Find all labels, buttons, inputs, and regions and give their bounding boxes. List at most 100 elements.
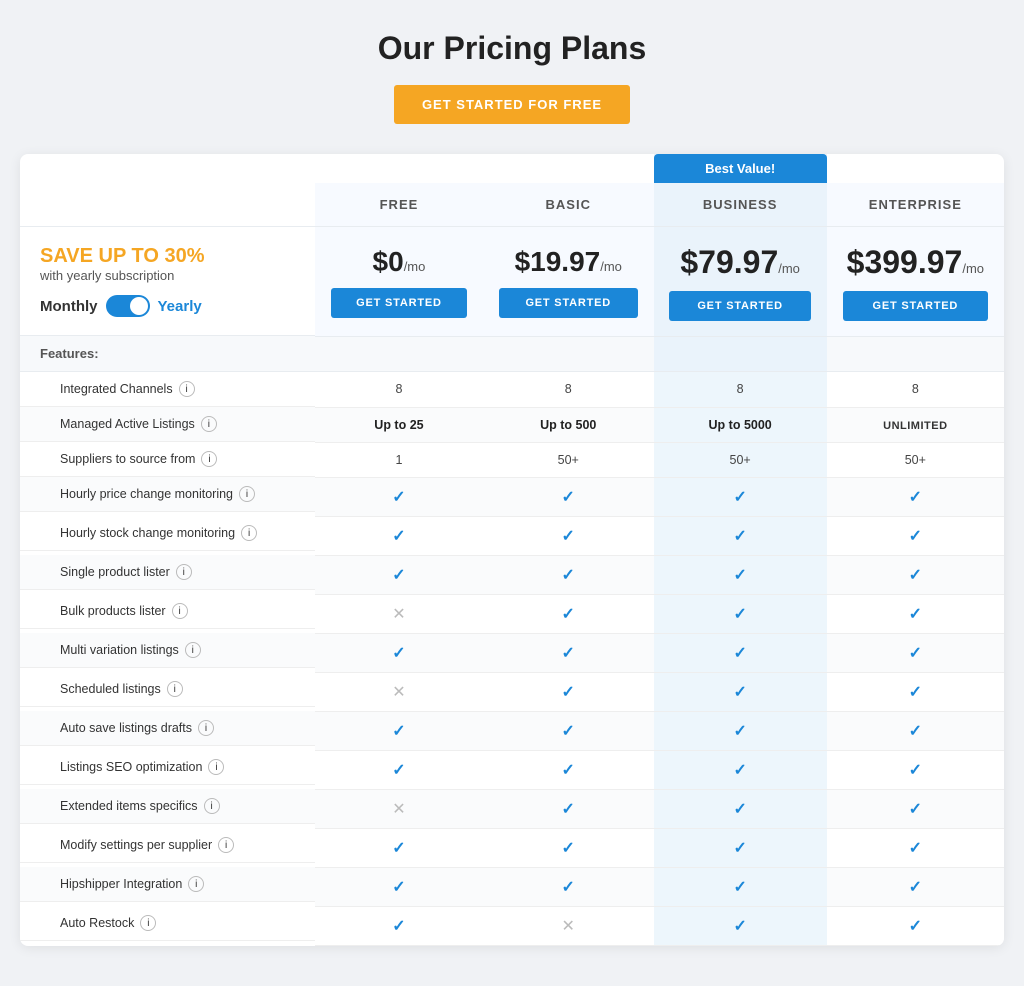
features-header-free [315, 336, 483, 372]
get-started-business[interactable]: GET STARTED [669, 291, 810, 321]
feature-value-cell: ✓ [483, 750, 654, 789]
page-title: Our Pricing Plans [20, 30, 1004, 67]
feature-value-cell: ✓ [654, 477, 827, 516]
price-cell-basic: $19.97/mo GET STARTED [483, 227, 654, 337]
price-cell-free: $0/mo GET STARTED [315, 227, 483, 337]
feature-value-cell: ✓ [315, 516, 483, 555]
feature-value-cell: ✓ [827, 477, 1004, 516]
info-icon[interactable]: i [198, 720, 214, 736]
plan-header-basic: BASIC [483, 183, 654, 227]
check-icon: ✓ [733, 723, 746, 740]
feature-value-cell: 8 [483, 372, 654, 408]
feature-value-cell: ✓ [483, 477, 654, 516]
feature-label-cell: Hourly price change monitoring i [20, 477, 315, 512]
feature-row: Integrated Channels i 8888 [20, 372, 1004, 408]
check-icon: ✓ [392, 840, 405, 857]
feature-value: 1 [395, 453, 402, 467]
check-icon: ✓ [562, 684, 575, 701]
feature-value-cell: 1 [315, 442, 483, 477]
feature-label-cell: Integrated Channels i [20, 372, 315, 407]
info-icon[interactable]: i [241, 525, 257, 541]
info-icon[interactable]: i [185, 642, 201, 658]
unlimited-label: UNLIMITED [883, 420, 947, 432]
best-value-empty-left [20, 154, 315, 183]
feature-row: Extended items specifics i ✕✓✓✓ [20, 789, 1004, 828]
info-icon[interactable]: i [201, 451, 217, 467]
feature-label-cell: Multi variation listings i [20, 633, 315, 668]
cta-button[interactable]: GET STARTED FOR FREE [394, 85, 630, 124]
get-started-enterprise[interactable]: GET STARTED [843, 291, 988, 321]
feature-value-cell: ✓ [483, 594, 654, 633]
feature-label-inner: Modify settings per supplier i [40, 837, 234, 853]
cross-icon: ✕ [392, 801, 405, 818]
price-basic: $19.97/mo [491, 246, 646, 278]
info-icon[interactable]: i [167, 681, 183, 697]
price-cell-business: $79.97/mo GET STARTED [654, 227, 827, 337]
feature-value-cell: ✓ [315, 711, 483, 750]
info-icon[interactable]: i [176, 564, 192, 580]
info-icon[interactable]: i [218, 837, 234, 853]
feature-value-cell: ✓ [827, 867, 1004, 906]
feature-label-cell: Listings SEO optimization i [20, 750, 315, 785]
feature-name: Hourly stock change monitoring [60, 526, 235, 540]
info-icon[interactable]: i [239, 486, 255, 502]
check-icon: ✓ [909, 606, 922, 623]
bold-value: Up to 5000 [709, 418, 772, 432]
feature-label-inner: Integrated Channels i [40, 381, 195, 397]
feature-name: Auto Restock [60, 916, 134, 930]
feature-label-inner: Scheduled listings i [40, 681, 183, 697]
best-value-row: Best Value! [20, 154, 1004, 183]
feature-value-cell: ✓ [483, 672, 654, 711]
feature-value: 50+ [905, 453, 926, 467]
left-panel: SAVE UP TO 30% with yearly subscription … [20, 227, 315, 336]
feature-value-cell: ✓ [483, 789, 654, 828]
feature-label-inner: Listings SEO optimization i [40, 759, 224, 775]
check-icon: ✓ [562, 567, 575, 584]
info-icon[interactable]: i [188, 876, 204, 892]
feature-label-inner: Extended items specifics i [40, 798, 220, 814]
info-icon[interactable]: i [204, 798, 220, 814]
feature-row: Multi variation listings i ✓✓✓✓ [20, 633, 1004, 672]
info-icon[interactable]: i [208, 759, 224, 775]
feature-value-cell: UNLIMITED [827, 407, 1004, 442]
check-icon: ✓ [392, 567, 405, 584]
feature-label-cell: Hourly stock change monitoring i [20, 516, 315, 551]
feature-value-cell: ✓ [827, 711, 1004, 750]
pricing-table-wrapper: Best Value! FREE BASIC BUSINESS ENTERPRI… [20, 154, 1004, 946]
check-icon: ✓ [909, 684, 922, 701]
check-icon: ✓ [562, 723, 575, 740]
feature-value-cell: ✓ [654, 867, 827, 906]
toggle-switch[interactable] [106, 295, 150, 317]
feature-value-cell: ✓ [827, 516, 1004, 555]
monthly-label: Monthly [40, 298, 98, 315]
best-value-empty-free [315, 154, 483, 183]
pricing-table: Best Value! FREE BASIC BUSINESS ENTERPRI… [20, 154, 1004, 946]
feature-value-cell: ✕ [483, 906, 654, 945]
bold-value: Up to 500 [540, 418, 596, 432]
feature-value-cell: ✓ [654, 555, 827, 594]
info-icon[interactable]: i [179, 381, 195, 397]
check-icon: ✓ [392, 918, 405, 935]
get-started-free[interactable]: GET STARTED [331, 288, 468, 318]
info-icon[interactable]: i [172, 603, 188, 619]
info-icon[interactable]: i [201, 416, 217, 432]
feature-value-cell: ✕ [315, 594, 483, 633]
feature-label-inner: Hourly stock change monitoring i [40, 525, 257, 541]
feature-name: Integrated Channels [60, 382, 173, 396]
feature-label-inner: Multi variation listings i [40, 642, 201, 658]
feature-label-inner: Auto Restock i [40, 915, 156, 931]
get-started-basic[interactable]: GET STARTED [499, 288, 638, 318]
bold-value: Up to 25 [374, 418, 423, 432]
feature-name: Suppliers to source from [60, 452, 195, 466]
feature-value: 50+ [558, 453, 579, 467]
price-mo-free: /mo [404, 259, 426, 274]
price-enterprise: $399.97/mo [835, 244, 996, 281]
billing-toggle-row: Monthly Yearly [40, 295, 295, 317]
feature-value-cell: ✓ [654, 516, 827, 555]
feature-value-cell: ✓ [654, 828, 827, 867]
price-mo-enterprise: /mo [962, 261, 984, 276]
check-icon: ✓ [562, 528, 575, 545]
feature-value-cell: ✓ [654, 711, 827, 750]
feature-row: Hourly price change monitoring i ✓✓✓✓ [20, 477, 1004, 516]
info-icon[interactable]: i [140, 915, 156, 931]
